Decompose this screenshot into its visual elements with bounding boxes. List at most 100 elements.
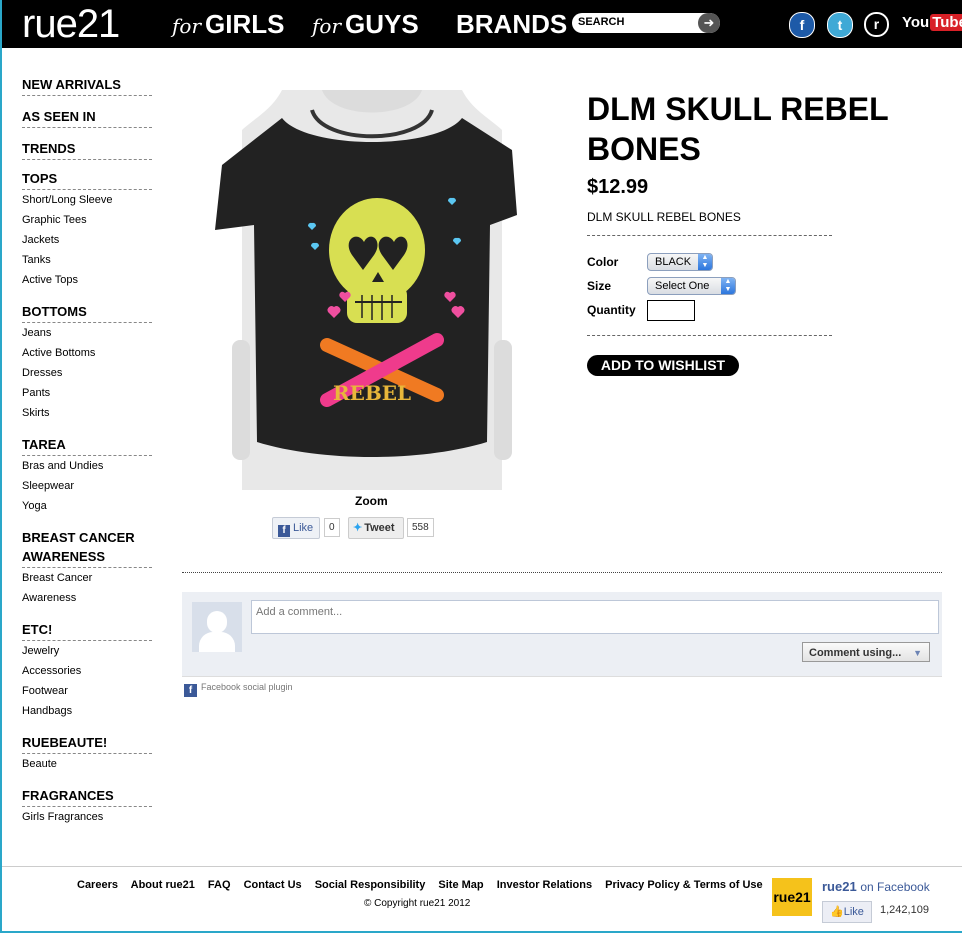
youtube-you: You: [902, 14, 930, 31]
rue21-logo[interactable]: rue21: [22, 2, 120, 47]
tweet-count: 558: [407, 518, 434, 537]
sidebar-bottoms[interactable]: BOTTOMS: [22, 300, 152, 323]
facebook-icon: f: [278, 525, 290, 537]
category-sidebar: NEW ARRIVALS AS SEEN IN TRENDS TOPS Shor…: [22, 73, 152, 827]
avatar: [192, 602, 242, 652]
footer-link-site-map[interactable]: Site Map: [438, 879, 483, 891]
color-label: Color: [587, 255, 619, 269]
youtube-tube: Tube: [930, 14, 962, 31]
footer-link-careers[interactable]: Careers: [77, 879, 118, 891]
zoom-link[interactable]: Zoom: [355, 494, 388, 508]
facebook-social-plugin-link[interactable]: f Facebook social plugin: [184, 682, 293, 697]
nav-girls-prefix: for: [172, 14, 202, 38]
footer-link-faq[interactable]: FAQ: [208, 879, 231, 891]
sidebar-item[interactable]: Pants: [22, 383, 152, 403]
sidebar-item[interactable]: Jewelry: [22, 641, 152, 661]
quantity-input[interactable]: [647, 300, 695, 321]
sidebar-item[interactable]: Jackets: [22, 230, 152, 250]
footer-link-contact[interactable]: Contact Us: [244, 879, 302, 891]
footer-link-privacy[interactable]: Privacy Policy & Terms of Use: [605, 879, 763, 891]
sidebar-as-seen-in[interactable]: AS SEEN IN: [22, 105, 152, 128]
sidebar-fragrances[interactable]: FRAGRANCES: [22, 784, 152, 807]
copyright: © Copyright rue21 2012: [364, 898, 471, 909]
select-arrows-icon: ▲ ▼: [698, 254, 712, 270]
youtube-icon[interactable]: YouTube: [902, 14, 962, 31]
add-to-wishlist-button[interactable]: ADD TO WISHLIST: [587, 355, 739, 376]
comment-using-button[interactable]: Comment using... ▼: [802, 642, 930, 662]
color-select[interactable]: BLACK ▲ ▼: [647, 253, 713, 271]
tshirt-on-mannequin-image: REBEL: [215, 90, 517, 490]
divider: [587, 235, 832, 236]
facebook-icon[interactable]: f: [789, 12, 815, 38]
sidebar-item[interactable]: Jeans: [22, 323, 152, 343]
nav-brands[interactable]: BRANDS: [456, 9, 567, 40]
facebook-page-like-label: Like: [843, 906, 864, 918]
sidebar-item[interactable]: Bras and Undies: [22, 456, 152, 476]
twitter-bird-icon: ✦: [353, 522, 363, 534]
divider: [587, 335, 832, 336]
like-count: 0: [324, 518, 340, 537]
sidebar-new-arrivals[interactable]: NEW ARRIVALS: [22, 73, 152, 96]
facebook-page-link[interactable]: rue21 on Facebook: [822, 879, 930, 894]
facebook-page-name: rue21: [822, 879, 857, 894]
sidebar-item[interactable]: Skirts: [22, 403, 152, 423]
facebook-like-count: 1,242,109: [880, 904, 929, 916]
search-arrow-icon[interactable]: ➜: [698, 13, 720, 33]
product-price: $12.99: [587, 176, 649, 198]
select-arrows-icon: ▲ ▼: [721, 278, 735, 294]
rue21-icon[interactable]: r: [864, 12, 889, 37]
sidebar-item[interactable]: Girls Fragrances: [22, 807, 152, 827]
shirt-print-text: REBEL: [333, 381, 411, 405]
product-image[interactable]: REBEL: [212, 90, 532, 490]
sidebar-breast-cancer[interactable]: BREAST CANCER AWARENESS: [22, 526, 152, 568]
sidebar-item[interactable]: Short/Long Sleeve: [22, 190, 152, 210]
sidebar-item[interactable]: Dresses: [22, 363, 152, 383]
nav-girls-label: GIRLS: [205, 9, 285, 39]
footer-link-about[interactable]: About rue21: [131, 879, 195, 891]
comment-input[interactable]: Add a comment...: [251, 600, 939, 634]
sidebar-tops[interactable]: TOPS: [22, 167, 152, 190]
thumbs-up-icon: 👍: [830, 906, 844, 918]
sidebar-trends[interactable]: TRENDS: [22, 137, 152, 160]
facebook-on-label: on Facebook: [860, 880, 930, 894]
footer-link-social-responsibility[interactable]: Social Responsibility: [315, 879, 426, 891]
plugin-label: Facebook social plugin: [201, 682, 293, 692]
product-title: DLM SKULL REBEL BONES: [587, 91, 889, 167]
sidebar-item[interactable]: Sleepwear: [22, 476, 152, 496]
size-select-value: Select One: [655, 280, 710, 292]
quantity-label: Quantity: [587, 303, 636, 317]
footer-link-investor-relations[interactable]: Investor Relations: [497, 879, 592, 891]
sidebar-item[interactable]: Active Bottoms: [22, 343, 152, 363]
search-label: SEARCH: [578, 16, 625, 28]
sidebar-item[interactable]: Graphic Tees: [22, 210, 152, 230]
product-description: DLM SKULL REBEL BONES: [587, 210, 741, 224]
nav-guys-label: GUYS: [345, 9, 419, 39]
sidebar-tarea[interactable]: TAREA: [22, 433, 152, 456]
rue21-facebook-logo[interactable]: rue21: [772, 878, 812, 916]
sidebar-ruebeaute[interactable]: RUEBEAUTE!: [22, 731, 152, 754]
site-header: rue21 for GIRLS for GUYS BRANDS SEARCH ➜ f…: [2, 0, 962, 48]
sidebar-item[interactable]: Footwear: [22, 681, 152, 701]
sidebar-item[interactable]: Beaute: [22, 754, 152, 774]
sidebar-item[interactable]: Active Tops: [22, 270, 152, 290]
color-select-value: BLACK: [655, 256, 692, 268]
size-select[interactable]: Select One ▲ ▼: [647, 277, 736, 295]
sidebar-item[interactable]: Tanks: [22, 250, 152, 270]
sidebar-item[interactable]: Accessories: [22, 661, 152, 681]
content-divider: [182, 572, 942, 573]
sidebar-item[interactable]: Yoga: [22, 496, 152, 516]
facebook-page-like-button[interactable]: 👍Like: [822, 901, 872, 923]
nav-girls[interactable]: for GIRLS: [172, 9, 284, 40]
facebook-like-button[interactable]: f Like: [272, 517, 320, 539]
sidebar-item[interactable]: Handbags: [22, 701, 152, 721]
size-label: Size: [587, 279, 612, 293]
sidebar-item[interactable]: Awareness: [22, 588, 152, 608]
footer-links: Careers About rue21 FAQ Contact Us Socia…: [77, 879, 773, 891]
tweet-button[interactable]: ✦ Tweet: [348, 517, 404, 539]
nav-guys[interactable]: for GUYS: [312, 9, 419, 40]
facebook-icon: f: [184, 684, 197, 697]
twitter-icon[interactable]: t: [827, 12, 853, 38]
search-box[interactable]: SEARCH ➜: [572, 13, 720, 33]
sidebar-item[interactable]: Breast Cancer: [22, 568, 152, 588]
sidebar-etc[interactable]: ETC!: [22, 618, 152, 641]
